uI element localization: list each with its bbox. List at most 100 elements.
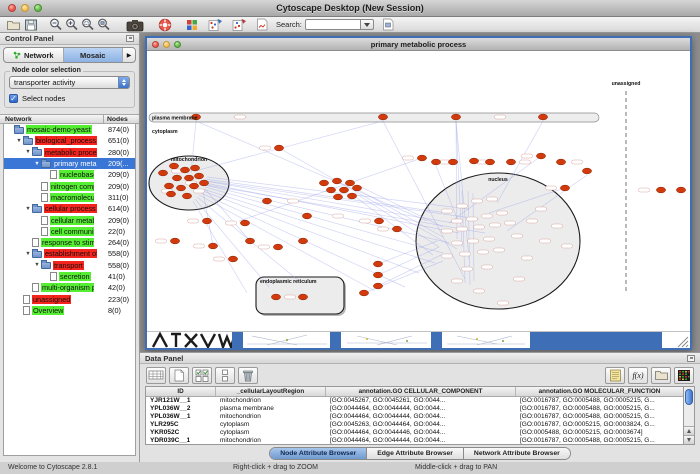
table-row[interactable]: YKR052Ccytoplasm[GO:0044464, GO:0044446,…	[146, 429, 683, 437]
network-node[interactable]	[676, 187, 685, 193]
tab-overflow-arrow[interactable]: ▶	[123, 48, 135, 62]
create-attribute-icon[interactable]	[169, 367, 189, 384]
tree-row[interactable]: mosaic-demo-yeast874(0)	[4, 124, 135, 135]
expand-arrow-icon[interactable]: ▼	[33, 262, 41, 268]
network-overlay-icon-1[interactable]	[206, 18, 224, 32]
vizmapper-icon[interactable]	[184, 18, 200, 32]
network-node[interactable]	[392, 226, 401, 232]
network-overlay-icon-2[interactable]	[230, 18, 248, 32]
zoom-in-icon[interactable]	[64, 18, 80, 32]
tree-row[interactable]: nitrogen compo209(0)	[4, 180, 135, 191]
tree-row[interactable]: unassigned223(0)	[4, 293, 135, 304]
network-node[interactable]	[485, 159, 494, 165]
network-node[interactable]	[158, 170, 167, 176]
network-node[interactable]	[333, 194, 342, 200]
network-node[interactable]	[536, 153, 545, 159]
select-attributes-icon[interactable]	[146, 367, 166, 384]
network-edge[interactable]	[196, 121, 427, 221]
table-row[interactable]: YLR295Ccytoplasm[GO:0045263, GO:0044464,…	[146, 421, 683, 429]
network-view-window[interactable]: primary metabolic process plasma membran…	[145, 36, 692, 350]
network-node[interactable]	[169, 163, 178, 169]
open-file-icon[interactable]	[4, 18, 22, 32]
expand-arrow-icon[interactable]: ▼	[24, 206, 32, 212]
snapshot-camera-icon[interactable]	[124, 18, 146, 32]
column-header-id[interactable]: ID	[146, 387, 216, 396]
select-nodes-checkbox[interactable]: ✓	[9, 94, 18, 103]
network-node[interactable]	[208, 243, 217, 249]
network-node[interactable]	[582, 168, 591, 174]
float-panel-icon[interactable]	[126, 35, 134, 42]
tree-header-nodes[interactable]: Nodes	[107, 116, 128, 123]
network-node[interactable]	[190, 165, 199, 171]
attribute-list-icon[interactable]	[215, 367, 235, 384]
network-node[interactable]	[274, 145, 283, 151]
tab-node-attribute-browser[interactable]: Node Attribute Browser	[270, 448, 367, 459]
annotation-icon[interactable]	[254, 18, 270, 32]
network-node[interactable]	[373, 283, 382, 289]
table-scrollbar[interactable]	[683, 387, 694, 444]
tree-row[interactable]: cell communicat22(0)	[4, 226, 135, 237]
network-node[interactable]	[172, 175, 181, 181]
network-node[interactable]	[560, 185, 569, 191]
scroll-down-icon[interactable]	[684, 435, 694, 444]
trash-icon[interactable]	[238, 367, 258, 384]
table-row[interactable]: YPL036W__2plasma membrane[GO:0044464, GO…	[146, 405, 683, 413]
expand-arrow-icon[interactable]: ▼	[24, 149, 32, 155]
tree-row[interactable]: macromolecule311(0)	[4, 192, 135, 203]
network-node[interactable]	[373, 272, 382, 278]
close-button[interactable]	[8, 4, 16, 12]
window-titlebar[interactable]: Cytoscape Desktop (New Session)	[0, 0, 700, 17]
function-builder-icon[interactable]: f(x)	[628, 367, 648, 384]
network-node[interactable]	[176, 185, 185, 191]
import-table-icon[interactable]	[605, 367, 625, 384]
network-node[interactable]	[166, 191, 175, 197]
network-node[interactable]	[378, 114, 387, 120]
network-node[interactable]	[164, 183, 173, 189]
column-header-region[interactable]: _cellularLayoutRegion	[216, 387, 326, 396]
network-node[interactable]	[345, 180, 354, 186]
network-node[interactable]	[373, 261, 382, 267]
search-config-icon[interactable]	[380, 18, 396, 32]
help-lifesaver-icon[interactable]	[156, 18, 174, 32]
table-row[interactable]: YPL036W__1mitochondrion[GO:0044464, GO:0…	[146, 413, 683, 421]
network-node[interactable]	[359, 290, 368, 296]
tree-row[interactable]: Overview8(0)	[4, 305, 135, 316]
column-header-molecular-function[interactable]: annotation.GO MOLECULAR_FUNCTION	[516, 387, 683, 396]
tree-header-network[interactable]: Network	[5, 116, 32, 123]
zoom-fit-icon[interactable]	[96, 18, 112, 32]
network-node[interactable]	[326, 187, 335, 193]
network-node[interactable]	[273, 244, 282, 250]
tab-edge-attribute-browser[interactable]: Edge Attribute Browser	[367, 448, 464, 459]
network-node[interactable]	[538, 114, 547, 120]
attribute-checklist-icon[interactable]	[192, 367, 212, 384]
network-node[interactable]	[374, 218, 383, 224]
network-edge[interactable]	[279, 148, 457, 249]
scrollbar-thumb[interactable]	[685, 389, 693, 405]
network-view-titlebar[interactable]: primary metabolic process	[147, 38, 690, 51]
node-color-dropdown[interactable]: transporter activity	[9, 76, 130, 89]
network-node[interactable]	[262, 198, 271, 204]
network-node[interactable]	[194, 173, 203, 179]
network-node[interactable]	[332, 178, 341, 184]
column-header-cellular-component[interactable]: annotation.GO CELLULAR_COMPONENT	[326, 387, 516, 396]
network-node[interactable]	[451, 114, 460, 120]
zoom-window-button[interactable]	[34, 4, 42, 12]
table-row[interactable]: YJR121W__1mitochondrion[GO:0045267, GO:0…	[146, 397, 683, 405]
network-node[interactable]	[506, 159, 515, 165]
network-node[interactable]	[228, 256, 237, 262]
network-node[interactable]	[319, 180, 328, 186]
network-node[interactable]	[189, 183, 198, 189]
network-node[interactable]	[347, 193, 356, 199]
network-node[interactable]	[240, 220, 249, 226]
tree-row[interactable]: nucleobase-209(0)	[4, 169, 135, 180]
float-data-panel-icon[interactable]	[687, 355, 695, 362]
network-node[interactable]	[271, 294, 280, 300]
tree-row[interactable]: ▼metabolic process280(0)	[4, 147, 135, 158]
tree-row[interactable]: ▼primary metabo209(...	[4, 158, 135, 169]
network-node[interactable]	[431, 159, 440, 165]
minimize-button[interactable]	[21, 4, 29, 12]
import-attributes-file-icon[interactable]	[651, 367, 671, 384]
network-canvas[interactable]: plasma membranecytoplasmmitochondrionnuc…	[147, 51, 690, 331]
network-node[interactable]	[298, 238, 307, 244]
scroll-up-icon[interactable]	[684, 426, 694, 435]
